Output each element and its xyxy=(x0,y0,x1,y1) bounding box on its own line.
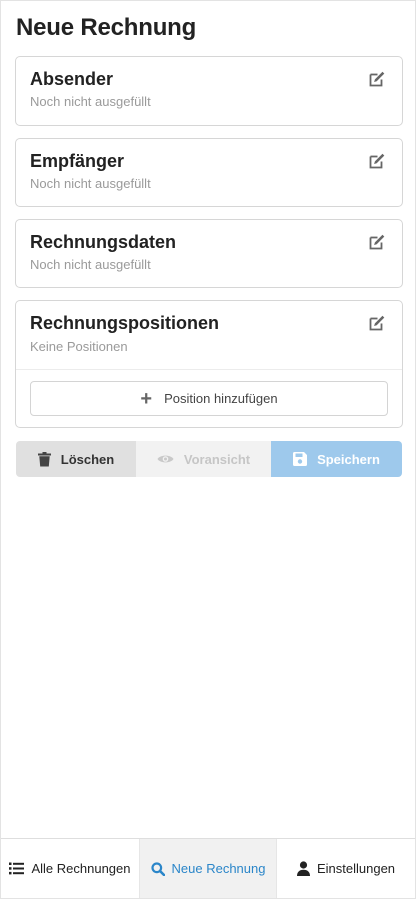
nav-new-invoice[interactable]: Neue Rechnung xyxy=(139,839,277,898)
plus-icon: + xyxy=(140,387,153,410)
save-icon xyxy=(293,452,308,466)
nav-all-label: Alle Rechnungen xyxy=(31,861,131,876)
card-status: Keine Positionen xyxy=(30,339,128,354)
card-title: Rechnungsdaten xyxy=(30,232,177,252)
divider xyxy=(16,369,402,370)
nav-settings-label: Einstellungen xyxy=(316,861,396,876)
card-status: Noch nicht ausgefüllt xyxy=(30,257,151,272)
page-title: Neue Rechnung xyxy=(16,14,197,41)
delete-label: Löschen xyxy=(60,451,115,467)
nav-all-invoices[interactable]: Alle Rechnungen xyxy=(1,839,139,898)
card-status: Noch nicht ausgefüllt xyxy=(30,94,151,109)
edit-icon[interactable] xyxy=(368,233,386,251)
card-title: Absender xyxy=(30,69,114,89)
eye-icon xyxy=(157,455,174,463)
user-icon xyxy=(296,861,310,876)
preview-label: Voransicht xyxy=(183,451,251,467)
card-invoice-items: Rechnungspositionen Keine Positionen + P… xyxy=(15,300,403,428)
search-icon xyxy=(150,861,165,876)
list-icon xyxy=(9,862,25,875)
add-position-button[interactable]: + Position hinzufügen xyxy=(30,381,388,416)
save-label: Speichern xyxy=(317,451,380,467)
card-recipient[interactable]: Empfänger Noch nicht ausgefüllt xyxy=(15,138,403,207)
card-status: Noch nicht ausgefüllt xyxy=(30,176,151,191)
nav-new-label: Neue Rechnung xyxy=(171,861,266,876)
action-bar: Löschen Voransicht Speichern xyxy=(16,441,402,477)
card-title: Rechnungspositionen xyxy=(30,313,219,333)
edit-icon[interactable] xyxy=(368,70,386,88)
bottom-navigation: Alle Rechnungen Neue Rechnung Einstellun… xyxy=(1,838,415,898)
card-sender[interactable]: Absender Noch nicht ausgefüllt xyxy=(15,56,403,126)
nav-settings[interactable]: Einstellungen xyxy=(277,839,415,898)
trash-icon xyxy=(37,451,51,466)
card-title: Empfänger xyxy=(30,151,125,171)
add-position-label: Position hinzufügen xyxy=(164,391,278,406)
card-invoice-data[interactable]: Rechnungsdaten Noch nicht ausgefüllt xyxy=(15,219,403,288)
edit-icon[interactable] xyxy=(368,314,386,332)
preview-button[interactable]: Voransicht xyxy=(136,441,271,477)
save-button[interactable]: Speichern xyxy=(271,441,402,477)
delete-button[interactable]: Löschen xyxy=(16,441,136,477)
edit-icon[interactable] xyxy=(368,152,386,170)
